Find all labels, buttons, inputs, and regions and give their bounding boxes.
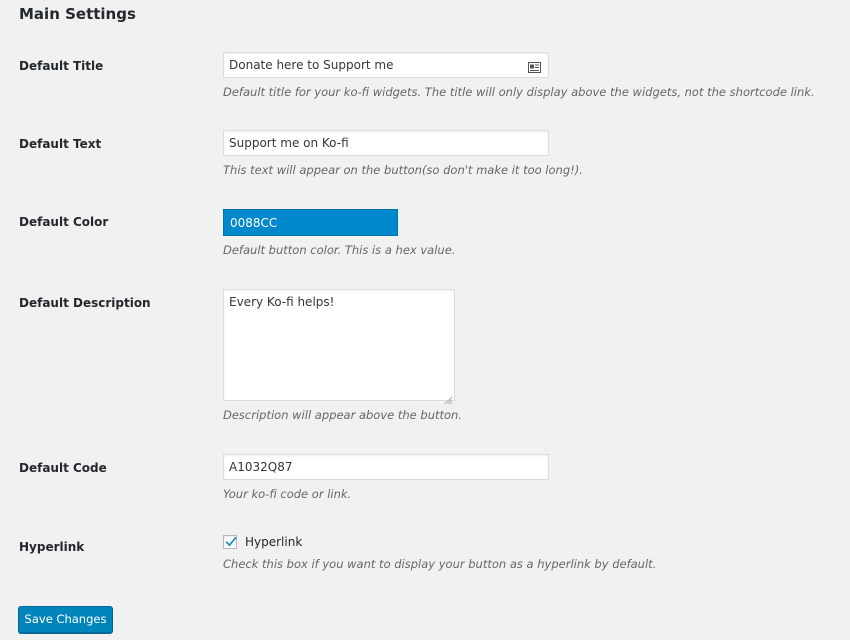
default-title-input[interactable] bbox=[223, 52, 549, 78]
default-description-label: Default Description bbox=[19, 296, 151, 310]
default-title-label: Default Title bbox=[19, 59, 104, 73]
hyperlink-label: Hyperlink bbox=[19, 540, 85, 554]
default-description-description: Description will appear above the button… bbox=[223, 408, 462, 422]
hyperlink-checkbox-label[interactable]: Hyperlink bbox=[245, 535, 302, 549]
hyperlink-checkbox[interactable] bbox=[223, 535, 237, 549]
save-changes-button[interactable]: Save Changes bbox=[18, 606, 113, 633]
main-settings-heading: Main Settings bbox=[19, 5, 136, 23]
default-text-label: Default Text bbox=[19, 137, 102, 151]
resize-grip-icon[interactable] bbox=[444, 390, 453, 405]
default-color-description: Default button color. This is a hex valu… bbox=[223, 243, 456, 257]
default-description-textarea[interactable]: Every Ko-fi helps! bbox=[223, 289, 455, 401]
default-color-label: Default Color bbox=[19, 215, 109, 229]
default-text-input[interactable] bbox=[223, 130, 549, 156]
default-code-input[interactable] bbox=[223, 454, 549, 480]
default-code-label: Default Code bbox=[19, 461, 107, 475]
default-text-description: This text will appear on the button(so d… bbox=[223, 163, 583, 177]
hyperlink-description: Check this box if you want to display yo… bbox=[223, 557, 657, 571]
default-color-input[interactable] bbox=[223, 209, 398, 236]
contact-card-icon[interactable] bbox=[528, 58, 541, 73]
default-code-description: Your ko-fi code or link. bbox=[223, 487, 352, 501]
default-title-description: Default title for your ko-fi widgets. Th… bbox=[223, 85, 815, 99]
checkmark-icon bbox=[225, 536, 237, 547]
